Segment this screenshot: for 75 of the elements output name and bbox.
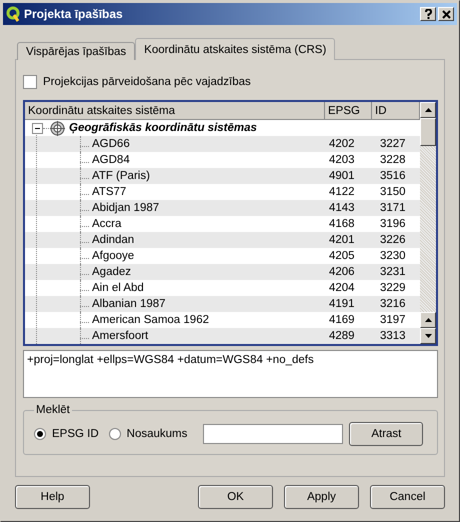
crs-name: ATS77 (80, 186, 126, 198)
help-icon[interactable] (420, 7, 436, 21)
proj-text-area[interactable]: +proj=longlat +ellps=WGS84 +datum=WGS84 +no_defs (23, 350, 438, 398)
id-cell-text: 3196 (379, 218, 407, 230)
radio-label: Nosaukums (126, 428, 188, 440)
epsg-cell-text: 4901 (328, 170, 356, 182)
epsg-cell-text: 4204 (328, 282, 356, 294)
crs-row[interactable]: Adindan 4201 3226 (25, 232, 420, 248)
crs-row[interactable]: ATF (Paris) 4901 3516 (25, 168, 420, 184)
epsg-cell-text: 4289 (328, 330, 356, 342)
id-cell-text: 3150 (379, 186, 407, 198)
help-button[interactable]: Help (15, 485, 90, 509)
crs-row[interactable]: Amersfoort 4289 3313 (25, 328, 420, 344)
tab[interactable]: Koordinātu atskaites sistēma (CRS) (135, 38, 336, 60)
crs-row[interactable]: Agadez 4206 3231 (25, 264, 420, 280)
id-cell-text: 3197 (379, 314, 407, 326)
epsg-cell-text: 4169 (328, 314, 356, 326)
epsg-cell-text: 4122 (328, 186, 356, 198)
id-cell-text: 3230 (379, 250, 407, 262)
checkbox-label: Projekcijas pārveidošana pēc vajadzības (43, 76, 251, 88)
id-cell-text: 3228 (379, 154, 407, 166)
radio-button[interactable] (108, 428, 121, 440)
crs-name: Afgooye (80, 250, 134, 262)
epsg-cell-text: 4191 (328, 298, 356, 310)
scrollbar[interactable] (420, 102, 436, 344)
crs-row[interactable]: Albanian 1987 4191 3216 (25, 296, 420, 312)
id-cell-text: 3227 (379, 138, 407, 150)
group-title: Meklēt (35, 404, 71, 416)
apply-button[interactable]: Apply (284, 485, 359, 509)
cancel-button[interactable]: Cancel (370, 485, 445, 509)
column-header[interactable]: Koordinātu atskaites sistēma (25, 102, 325, 120)
column-header[interactable]: EPSG (325, 102, 372, 120)
id-cell-text: 3171 (379, 202, 407, 214)
id-cell-text: 3216 (379, 298, 407, 310)
ok-button[interactable]: OK (198, 485, 273, 509)
epsg-cell-text: 4206 (328, 266, 356, 278)
crs-name: Agadez (80, 266, 132, 278)
tree-group-label[interactable]: Ģeogrāfiskās koordinātu sistēmas (69, 122, 257, 134)
search-field[interactable] (203, 424, 344, 444)
id-cell-text: 3229 (379, 282, 407, 294)
collapse-icon[interactable] (32, 122, 43, 134)
scroll-up-icon[interactable] (420, 312, 436, 328)
crs-row[interactable]: AGD66 4202 3227 (25, 136, 420, 152)
crs-name: Albanian 1987 (80, 298, 166, 310)
crs-name: AGD66 (80, 138, 130, 150)
radio-button[interactable] (34, 428, 46, 440)
crs-name: American Samoa 1962 (80, 314, 209, 326)
crs-name: AGD84 (80, 154, 130, 166)
epsg-cell-text: 4143 (328, 202, 356, 214)
crs-name: Abidjan 1987 (80, 202, 160, 214)
crs-name: ATF (Paris) (80, 170, 150, 182)
id-cell-text: 3516 (379, 170, 407, 182)
crs-row[interactable]: Abidjan 1987 4143 3171 (25, 200, 420, 216)
epsg-cell-text: 4201 (328, 234, 356, 246)
app-logo-icon (6, 6, 20, 22)
checkbox[interactable] (23, 75, 37, 89)
crs-name: Adindan (80, 234, 134, 246)
epsg-cell-text: 4203 (328, 154, 356, 166)
epsg-cell-text: 4202 (328, 138, 356, 150)
scroll-down-icon[interactable] (420, 328, 436, 344)
epsg-cell-text: 4205 (328, 250, 356, 262)
epsg-cell-text: 4168 (328, 218, 356, 230)
radio-label: EPSG ID (52, 428, 99, 440)
id-cell-text: 3226 (379, 234, 407, 246)
crs-name: Ain el Abd (80, 282, 144, 294)
crs-name: Amersfoort (80, 330, 148, 342)
id-cell-text: 3313 (379, 330, 407, 342)
close-icon[interactable] (438, 7, 454, 21)
crs-name: Accra (80, 218, 122, 230)
id-cell-text: 3231 (379, 266, 407, 278)
scroll-thumb[interactable] (420, 118, 436, 146)
find-button[interactable]: Atrast (349, 422, 424, 446)
tab[interactable]: Vispārējas īpašības (17, 42, 136, 60)
window-title: Projekta īpašības (24, 7, 124, 21)
scroll-up-icon[interactable] (420, 102, 436, 118)
